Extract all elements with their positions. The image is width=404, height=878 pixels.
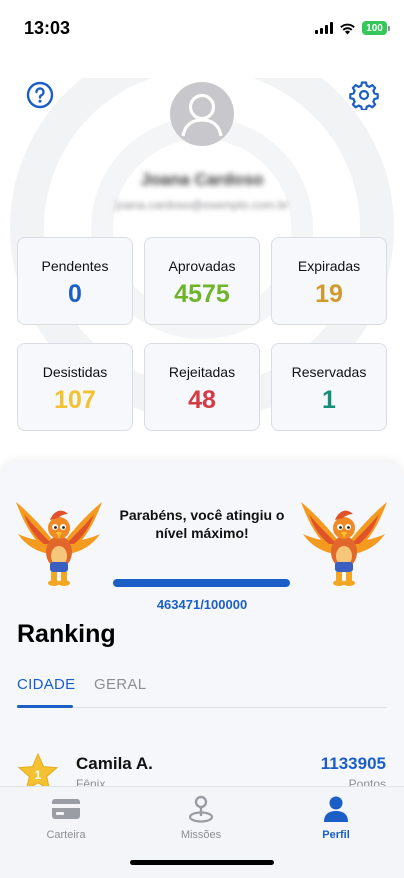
tabbar-item-missoes[interactable]: Missões (141, 793, 261, 841)
active-tab-indicator (17, 705, 73, 708)
user-name: Joana Cardoso (140, 170, 264, 189)
stat-card-desistidas[interactable]: Desistidas 107 (17, 343, 133, 431)
avatar[interactable] (170, 82, 234, 146)
stat-label: Pendentes (41, 258, 109, 274)
stat-label: Rejeitadas (168, 364, 236, 380)
level-progress-text: 463471/100000 (156, 597, 248, 612)
phoenix-mascot-icon (16, 502, 102, 586)
phoenix-mascot-icon (301, 502, 387, 586)
stat-card-expiradas[interactable]: Expiradas 19 (271, 237, 387, 325)
help-icon (26, 81, 54, 109)
settings-button[interactable] (349, 80, 379, 110)
tabbar-label: Perfil (322, 829, 350, 841)
level-banner: Parabéns, você atingiu o nível máximo! 4… (0, 496, 404, 612)
help-button[interactable] (25, 80, 55, 110)
stat-value: 1 (322, 386, 336, 414)
stat-label: Desistidas (42, 364, 108, 380)
rank-points: 1133905 (320, 754, 386, 773)
wifi-icon (339, 22, 356, 35)
gear-icon (349, 81, 379, 110)
home-indicator (130, 860, 274, 865)
mission-stats-grid: Pendentes 0 Aprovadas 4575 Expiradas 19 … (17, 237, 387, 431)
stat-value: 19 (315, 280, 343, 308)
stat-label: Aprovadas (168, 258, 236, 274)
stat-value: 4575 (174, 280, 230, 308)
stat-card-reservadas[interactable]: Reservadas 1 (271, 343, 387, 431)
level-message: Parabéns, você atingiu o nível máximo! (119, 507, 285, 541)
tab-geral[interactable]: GERAL (94, 676, 146, 693)
cellular-signal-icon (315, 22, 333, 34)
tab-cidade[interactable]: CIDADE (17, 676, 75, 693)
battery-level: 100 (362, 21, 387, 35)
tabbar-item-perfil[interactable]: Perfil (276, 793, 396, 841)
ranking-tabs: CIDADE GERAL (17, 674, 387, 708)
profile-screen: 13:03 100 Joana Cardoso joana.cardoso@ex… (0, 0, 404, 878)
stat-card-pendentes[interactable]: Pendentes 0 (17, 237, 133, 325)
map-pin-icon (188, 795, 214, 823)
rank-position: 1 (35, 768, 42, 782)
wallet-card-icon (52, 799, 80, 819)
stat-card-rejeitadas[interactable]: Rejeitadas 48 (144, 343, 260, 431)
tabbar-label: Missões (180, 829, 222, 841)
level-progress-bar (113, 579, 290, 587)
tabbar-label: Carteira (46, 829, 86, 841)
stat-value: 48 (188, 386, 216, 414)
status-icons: 100 (315, 21, 390, 35)
tabbar-item-carteira[interactable]: Carteira (6, 793, 126, 841)
stat-card-aprovadas[interactable]: Aprovadas 4575 (144, 237, 260, 325)
ranking-title: Ranking (17, 620, 116, 648)
battery-icon: 100 (362, 21, 390, 35)
stat-value: 0 (68, 280, 82, 308)
person-icon (324, 796, 348, 822)
stat-value: 107 (54, 386, 96, 414)
status-bar: 13:03 100 (0, 0, 404, 58)
user-silhouette-icon (181, 93, 223, 137)
status-time: 13:03 (24, 18, 71, 38)
stat-label: Reservadas (291, 364, 367, 380)
user-email: joana.cardoso@exemplo.com.br (115, 198, 289, 212)
stat-label: Expiradas (297, 258, 361, 274)
rank-name: Camila A. (76, 754, 153, 773)
